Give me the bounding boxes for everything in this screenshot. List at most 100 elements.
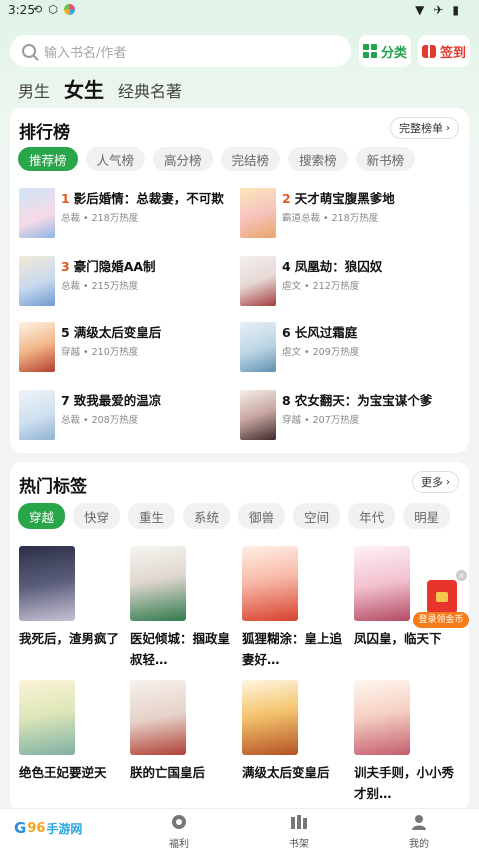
search-icon — [22, 44, 36, 58]
rank-item-meta: 总裁 • 218万热度 — [61, 213, 139, 224]
book-cover — [354, 546, 410, 621]
login-reward-promo[interactable]: × 登录领金币 — [413, 570, 469, 630]
gift-icon — [421, 44, 436, 58]
battery-icon: ▮ — [452, 3, 459, 17]
rank-item-meta: 霸道总裁 • 218万热度 — [282, 213, 379, 224]
rank-item[interactable]: 1 影后婚情：总裁妻，不可欺 总裁 • 218万热度 — [19, 188, 239, 240]
site-logo: G 96 手游网 — [14, 819, 83, 837]
search-input[interactable]: 输入书名/作者 — [10, 35, 351, 67]
book-cover — [19, 390, 55, 440]
bookshelf-icon — [269, 813, 329, 831]
full-ranking-label: 完整榜单 — [399, 122, 443, 135]
bottom-nav: G 96 手游网 福利 书架 我的 — [0, 808, 479, 852]
book-cover — [130, 680, 186, 755]
status-bar: 3:25 ⟲ ⬡ ▼ ✈ ▮ — [0, 0, 479, 22]
status-notification-icons: ⟲ ⬡ — [33, 3, 75, 16]
book-cover — [240, 256, 276, 306]
promo-label: 登录领金币 — [413, 612, 469, 628]
book-cover — [19, 188, 55, 238]
user-icon — [389, 813, 449, 831]
book-cover — [19, 680, 75, 755]
rank-item-title: 5 满级太后变皇后 — [61, 325, 162, 340]
tab-classics[interactable]: 经典名著 — [118, 78, 182, 102]
book-title: 凤囚皇，临天下 — [354, 631, 442, 646]
ranking-chip[interactable]: 完结榜 — [220, 147, 281, 171]
rank-item[interactable]: 5 满级太后变皇后 穿越 • 210万热度 — [19, 322, 239, 374]
rank-item-title: 8 农女翻天：为宝宝谋个爹 — [282, 393, 433, 408]
search-placeholder: 输入书名/作者 — [44, 45, 127, 61]
category-label: 分类 — [380, 45, 407, 61]
tag-chip[interactable]: 空间 — [293, 503, 341, 529]
tag-chip[interactable]: 穿越 — [18, 503, 66, 529]
book-cover — [354, 680, 410, 755]
rank-item[interactable]: 4 凤凰劫：狼囚奴 虐文 • 212万热度 — [240, 256, 460, 308]
ranking-chip[interactable]: 人气榜 — [85, 147, 146, 171]
gender-tabs: 男生 女生 经典名著 — [18, 74, 182, 103]
rank-item-title: 4 凤凰劫：狼囚奴 — [282, 259, 383, 274]
book-title: 我死后，渣男疯了 — [19, 631, 120, 646]
rank-item[interactable]: 7 致我最爱的温凉 总裁 • 208万热度 — [19, 390, 239, 442]
book-cover — [19, 322, 55, 372]
tab-male[interactable]: 男生 — [18, 78, 50, 102]
category-button[interactable]: 分类 — [359, 35, 411, 67]
book-cover — [240, 322, 276, 372]
book-title: 狐狸糊涂：皇上追妻好… — [242, 631, 343, 667]
rank-item-title: 3 豪门隐婚AA制 — [61, 259, 156, 274]
rank-item-meta: 穿越 • 207万热度 — [282, 415, 360, 426]
tag-chip[interactable]: 系统 — [183, 503, 231, 529]
hot-tags-card: 热门标签 更多 › 穿越 快穿 重生 系统 御兽 空间 年代 明星 我死后，渣男… — [10, 462, 469, 812]
welfare-icon — [149, 813, 209, 831]
book-cover — [240, 188, 276, 238]
rank-item[interactable]: 2 天才萌宝腹黑爹地 霸道总裁 • 218万热度 — [240, 188, 460, 240]
rank-item-meta: 虐文 • 209万热度 — [282, 347, 360, 358]
signin-label: 签到 — [439, 45, 466, 61]
nav-label: 福利 — [169, 839, 189, 850]
nav-profile[interactable]: 我的 — [389, 813, 449, 850]
book-cover — [240, 390, 276, 440]
nav-label: 书架 — [289, 839, 309, 850]
close-icon[interactable]: × — [456, 570, 467, 581]
book-title: 训夫手则，小小秀才别… — [354, 765, 455, 801]
tag-chip[interactable]: 快穿 — [73, 503, 121, 529]
airplane-icon: ✈ — [433, 3, 444, 17]
status-time: 3:25 — [8, 3, 35, 17]
rank-item[interactable]: 3 豪门隐婚AA制 总裁 • 215万热度 — [19, 256, 239, 308]
book-cover — [242, 680, 298, 755]
book-title: 朕的亡国皇后 — [130, 765, 206, 780]
cube-icon: ⬡ — [48, 3, 58, 16]
hot-tags-title: 热门标签 — [19, 477, 87, 497]
nav-bookshelf[interactable]: 书架 — [269, 813, 329, 850]
tag-chip[interactable]: 御兽 — [238, 503, 286, 529]
rank-item-title: 6 长风过霜庭 — [282, 325, 358, 340]
rank-item[interactable]: 6 长风过霜庭 虐文 • 209万热度 — [240, 322, 460, 374]
ranking-title: 排行榜 — [19, 123, 70, 143]
book-cover — [130, 546, 186, 621]
nav-welfare[interactable]: 福利 — [149, 813, 209, 850]
tab-female[interactable]: 女生 — [64, 74, 104, 103]
sync-icon: ⟲ — [33, 3, 43, 16]
rank-item-meta: 总裁 • 215万热度 — [61, 281, 139, 292]
ranking-chip[interactable]: 新书榜 — [355, 147, 416, 171]
book-title: 绝色王妃要逆天 — [19, 765, 107, 780]
red-envelope-icon — [427, 580, 457, 614]
ranking-chip[interactable]: 高分榜 — [153, 147, 213, 171]
ranking-card: 排行榜 完整榜单 › 推荐榜 人气榜 高分榜 完结榜 搜索榜 新书榜 1 影后婚情… — [10, 108, 469, 453]
book-cover — [242, 546, 298, 621]
ranking-chip[interactable]: 搜索榜 — [288, 147, 348, 171]
app-notification-icon — [63, 4, 75, 15]
tag-chip[interactable]: 重生 — [128, 503, 176, 529]
status-system-icons: ▼ ✈ ▮ — [415, 3, 459, 17]
book-title: 医妃倾城：掴政皇叔轻… — [130, 631, 231, 667]
book-cover — [19, 546, 75, 621]
search-row: 输入书名/作者 分类 签到 — [10, 35, 470, 69]
tag-chip[interactable]: 年代 — [348, 503, 396, 529]
wifi-icon: ▼ — [415, 3, 425, 17]
ranking-chip[interactable]: 推荐榜 — [18, 147, 78, 171]
tag-chip[interactable]: 明星 — [403, 503, 451, 529]
more-tags-label: 更多 — [421, 476, 443, 489]
more-tags-button[interactable]: 更多 › — [412, 471, 459, 493]
full-ranking-button[interactable]: 完整榜单 › — [390, 117, 459, 139]
nav-label: 我的 — [409, 839, 429, 850]
rank-item[interactable]: 8 农女翻天：为宝宝谋个爹 穿越 • 207万热度 — [240, 390, 460, 442]
signin-button[interactable]: 签到 — [418, 35, 470, 67]
